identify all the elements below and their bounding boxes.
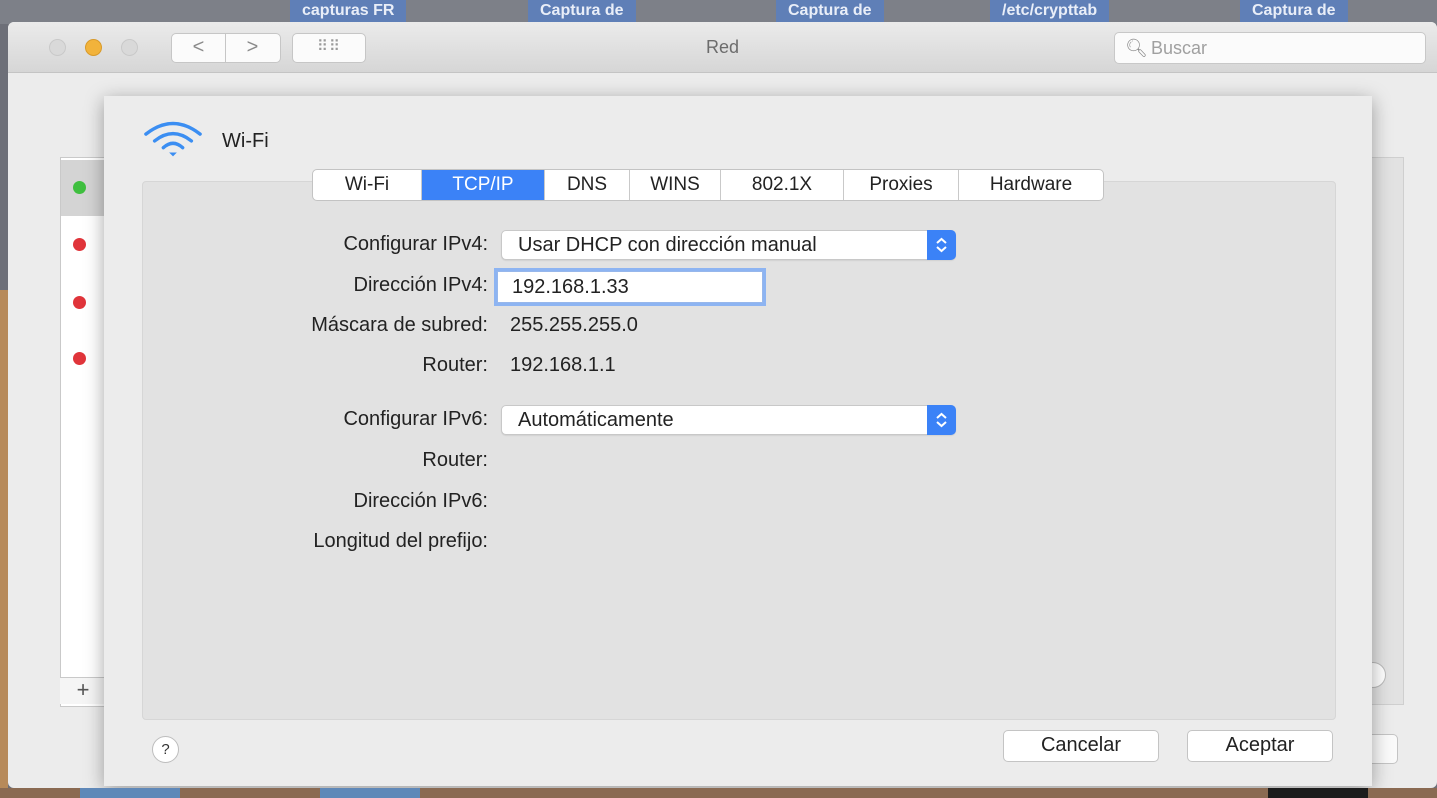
service-status-dot[interactable] [73,296,86,309]
zoom-button[interactable] [121,39,138,56]
desktop-file-label[interactable]: Captura de [528,0,636,22]
desktop-wallpaper [0,290,8,790]
ipv4-address-label: Dirección IPv4: [353,274,489,296]
desktop-bottom-strip [0,788,1437,798]
desktop-file-label[interactable]: capturas FR [290,0,407,22]
show-all-grid-button[interactable]: ⠿⠿ [292,33,366,63]
ipv4-router-value: 192.168.1.1 [510,354,616,376]
desktop-item [320,788,420,798]
service-title: Wi-Fi [222,130,269,152]
configure-ipv4-value: Usar DHCP con dirección manual [518,234,817,256]
tab-wifi[interactable]: Wi-Fi [313,170,422,200]
advanced-settings-sheet: Wi-Fi Wi-Fi TCP/IP DNS WINS 802.1X Proxi… [104,96,1372,786]
popup-stepper-icon [927,405,956,435]
back-button[interactable]: < [172,34,226,62]
forward-button[interactable]: > [226,34,279,62]
configure-ipv6-popup[interactable]: Automáticamente [501,405,956,435]
desktop-item [80,788,180,798]
subnet-mask-value: 255.255.255.0 [510,314,638,336]
minimize-button[interactable] [85,39,102,56]
service-list [60,157,108,707]
desktop-file-label[interactable]: /etc/crypttab [990,0,1110,22]
popup-stepper-icon [927,230,956,260]
service-status-dot[interactable] [73,238,86,251]
cancel-button[interactable]: Cancelar [1003,730,1159,762]
search-icon: 🔍︎ [1125,38,1148,58]
ipv4-address-input[interactable]: 192.168.1.33 [494,268,766,306]
desktop-file-label[interactable]: Captura de [776,0,884,22]
tab-proxies[interactable]: Proxies [844,170,959,200]
prefix-length-label: Longitud del prefijo: [313,530,488,552]
service-status-dot[interactable] [73,352,86,365]
subnet-mask-label: Máscara de subred: [311,314,488,336]
navigation-buttons: < > [171,33,281,63]
background-panel [1368,157,1404,705]
desktop-file-label[interactable]: Captura de [1240,0,1348,22]
configure-ipv4-label: Configurar IPv4: [343,233,488,255]
desktop-file-strip: capturas FR Captura de Captura de /etc/c… [0,0,1437,24]
desktop-item [1268,788,1368,798]
ipv4-router-label: Router: [422,354,488,376]
configure-ipv6-value: Automáticamente [518,409,674,431]
tab-bar: Wi-Fi TCP/IP DNS WINS 802.1X Proxies Har… [312,169,1104,201]
search-field[interactable]: 🔍︎ Buscar [1114,32,1426,64]
network-preferences-window: Red < > ⠿⠿ 🔍︎ Buscar + Wi-Fi Wi-Fi TCP/I… [8,22,1437,788]
ipv4-address-value: 192.168.1.33 [512,276,629,298]
configure-ipv4-popup[interactable]: Usar DHCP con dirección manual [501,230,956,260]
title-bar: Red < > ⠿⠿ 🔍︎ Buscar [8,22,1437,73]
tab-wins[interactable]: WINS [630,170,721,200]
tab-tcpip[interactable]: TCP/IP [422,170,545,200]
accept-button[interactable]: Aceptar [1187,730,1333,762]
tab-8021x[interactable]: 802.1X [721,170,844,200]
service-status-dot[interactable] [73,181,86,194]
add-service-button[interactable]: + [60,677,106,704]
configure-ipv6-label: Configurar IPv6: [343,408,488,430]
tab-hardware[interactable]: Hardware [959,170,1103,200]
ipv6-router-label: Router: [422,449,488,471]
tab-dns[interactable]: DNS [545,170,630,200]
ipv6-address-label: Dirección IPv6: [353,490,489,512]
search-placeholder: Buscar [1151,38,1208,58]
wifi-icon [144,121,202,157]
close-button[interactable] [49,39,66,56]
help-button[interactable]: ? [152,736,179,763]
